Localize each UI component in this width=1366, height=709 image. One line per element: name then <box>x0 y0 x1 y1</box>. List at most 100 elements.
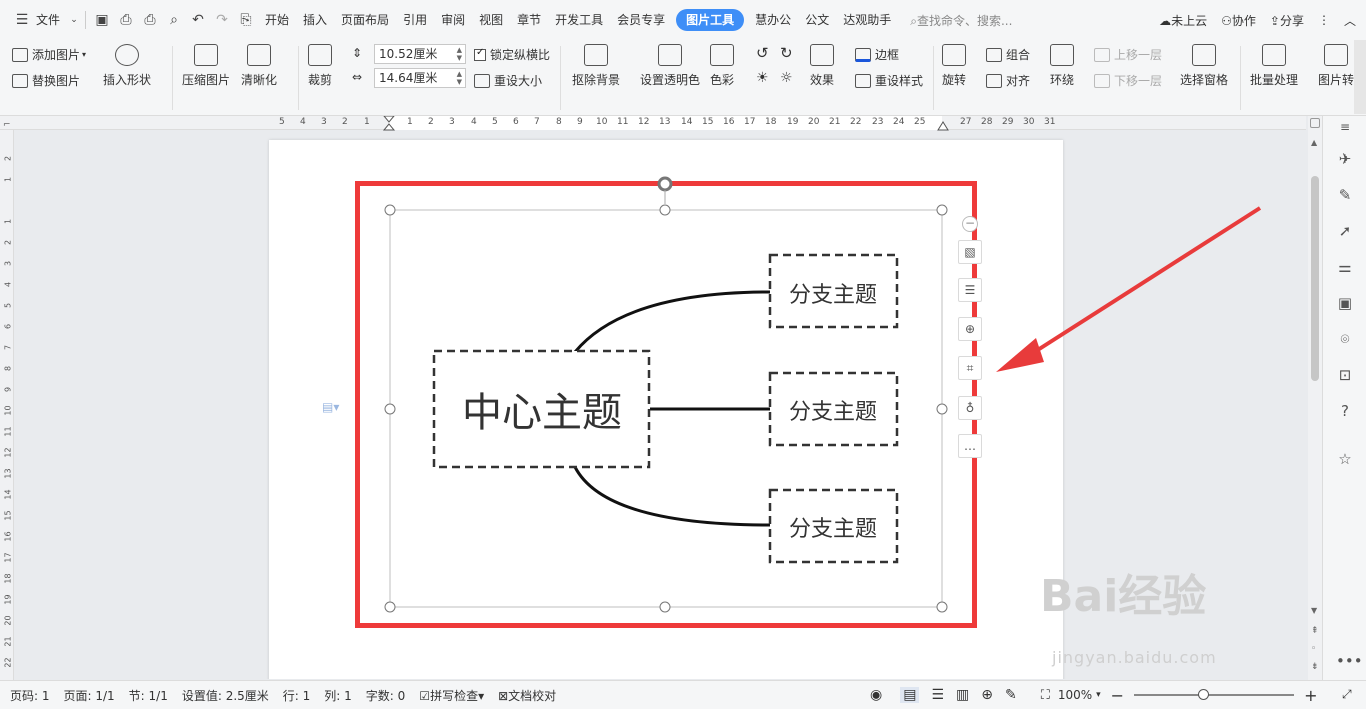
zoom-slider-thumb[interactable] <box>1198 689 1210 700</box>
more-panel-icon[interactable]: ••• <box>1336 652 1363 670</box>
rotate-handle[interactable] <box>657 176 673 192</box>
rotate-button[interactable]: 旋转 <box>942 44 966 88</box>
more-icon[interactable]: ⋮ <box>1318 13 1330 27</box>
bring-forward-button[interactable]: 上移一层 <box>1094 46 1162 63</box>
print-preview-icon[interactable]: ⌕ <box>163 9 185 31</box>
prev-page-icon[interactable]: ⇞ <box>1311 626 1319 636</box>
align-button[interactable]: 对齐 <box>986 72 1030 89</box>
zoom-slider[interactable] <box>1134 689 1295 701</box>
hamburger-icon[interactable]: ☰ <box>11 9 33 31</box>
tab-smart-office[interactable]: 慧办公 <box>748 0 798 40</box>
file-menu[interactable]: 文件 <box>34 0 67 40</box>
pen-icon[interactable]: ✎ <box>1336 186 1354 204</box>
tab-official[interactable]: 公文 <box>798 0 836 40</box>
crop-image-icon[interactable]: ⌗ <box>958 356 982 380</box>
lock-ratio-checkbox[interactable]: 锁定纵横比 <box>474 46 550 63</box>
resize-handle-br[interactable] <box>936 601 948 613</box>
scroll-thumb[interactable] <box>1311 176 1319 381</box>
zoom-out-icon[interactable]: − <box>1111 686 1124 705</box>
resize-handle-r[interactable] <box>936 403 948 415</box>
crop-button[interactable]: 裁剪 <box>308 44 332 88</box>
book-search-icon[interactable]: ⊡ <box>1336 366 1354 384</box>
outline-view-icon[interactable]: ☰ <box>931 687 944 703</box>
print-icon[interactable]: ⎙ <box>139 9 161 31</box>
chevron-down-icon[interactable]: ⌄ <box>68 9 80 31</box>
fit-page-icon[interactable]: ⛶ <box>1041 688 1050 703</box>
resize-handle-l[interactable] <box>384 403 396 415</box>
replace-image-button[interactable]: 替换图片 <box>12 72 80 89</box>
column-info[interactable]: 列: 1 <box>324 687 352 704</box>
fullscreen-icon[interactable]: ⤢ <box>1342 687 1352 702</box>
paragraph-marker-icon[interactable]: ▤▾ <box>322 400 339 414</box>
send-backward-button[interactable]: 下移一层 <box>1094 72 1162 89</box>
web-view-icon[interactable]: ⊕ <box>981 687 993 703</box>
remove-bg-button[interactable]: 抠除背景 <box>572 44 620 88</box>
image-idea-icon[interactable]: ♁ <box>958 396 982 420</box>
save-icon[interactable]: ▣ <box>91 9 113 31</box>
tab-review[interactable]: 审阅 <box>434 0 472 40</box>
next-page-icon[interactable]: ⇟ <box>1311 662 1319 672</box>
selection-pane-button[interactable]: 选择窗格 <box>1180 44 1228 88</box>
mindmap-image[interactable]: 中心主题 分支主题 分支主题 分支主题 <box>355 172 980 632</box>
wrap-button[interactable]: 环绕 <box>1050 44 1074 88</box>
cloud-button[interactable]: ☁未上云 <box>1159 12 1207 29</box>
zoom-in-icon[interactable]: + <box>1304 686 1317 705</box>
undo-icon[interactable]: ↶ <box>187 9 209 31</box>
width-input[interactable]: 10.52厘米 ▲ ▼ <box>374 44 466 64</box>
format-painter-icon[interactable]: ⎘ <box>235 9 257 31</box>
scroll-down-icon[interactable]: ▼ <box>1311 606 1317 615</box>
layout-options-icon[interactable]: ▧ <box>958 240 982 264</box>
scroll-up-icon[interactable]: ▲ <box>1311 138 1317 147</box>
border-button[interactable]: 边框 <box>855 46 899 63</box>
panel-menu-icon[interactable]: ≡ <box>1336 118 1354 136</box>
collab-button[interactable]: ⚇协作 <box>1221 12 1256 29</box>
image-panel-icon[interactable]: ▣ <box>1336 294 1354 312</box>
rotate-right-icon[interactable]: ↻ <box>780 44 793 62</box>
star-bookmark-icon[interactable]: ☆ <box>1336 450 1354 468</box>
search-box[interactable]: ⌕查找命令、搜索... <box>910 12 1012 29</box>
tab-chapter[interactable]: 章节 <box>510 0 548 40</box>
zoom-dropdown-icon[interactable]: ▾ <box>1096 690 1101 700</box>
spell-check-button[interactable]: ☑拼写检查▾ <box>419 687 484 704</box>
spinner-icon[interactable]: ▲ ▼ <box>457 46 462 62</box>
resize-handle-b[interactable] <box>659 601 671 613</box>
insert-shape-button[interactable]: 插入形状 <box>103 44 151 88</box>
proofread-button[interactable]: ⊠文档校对 <box>498 687 556 704</box>
reset-style-button[interactable]: 重设样式 <box>855 72 923 89</box>
rotate-left-icon[interactable]: ↺ <box>756 44 769 62</box>
word-count[interactable]: 字数: 0 <box>366 687 406 704</box>
image-convert-button[interactable]: 图片转 <box>1318 44 1354 88</box>
vertical-scrollbar[interactable]: ▲ ▼ ⇞ ◦ ⇟ <box>1308 116 1322 680</box>
write-view-icon[interactable]: ✎ <box>1005 687 1017 703</box>
tab-picture-tools[interactable]: 图片工具 <box>676 9 745 31</box>
collapse-ribbon-icon[interactable]: ︿ <box>1344 12 1356 29</box>
zoom-image-icon[interactable]: ⊕ <box>958 317 982 341</box>
group-button[interactable]: 组合 <box>986 46 1030 63</box>
color-button[interactable]: 色彩 <box>710 44 734 88</box>
page-count[interactable]: 页面: 1/1 <box>64 687 115 704</box>
ribbon-scroll[interactable] <box>1354 40 1366 114</box>
redo-icon[interactable]: ↷ <box>211 9 233 31</box>
page-number[interactable]: 页码: 1 <box>10 687 50 704</box>
sharpen-button[interactable]: 清晰化 <box>241 44 277 88</box>
resize-handle-t[interactable] <box>659 204 671 216</box>
export-pdf-icon[interactable]: ⎙ <box>115 9 137 31</box>
tab-start[interactable]: 开始 <box>258 0 296 40</box>
tab-layout[interactable]: 页面布局 <box>334 0 396 40</box>
sliders-icon[interactable]: ⚌ <box>1336 258 1354 276</box>
help-icon[interactable]: ? <box>1336 402 1354 420</box>
set-transparent-button[interactable]: 设置透明色 <box>640 44 700 88</box>
wrap-text-icon[interactable]: ☰ <box>958 278 982 302</box>
height-input[interactable]: 14.64厘米 ▲ ▼ <box>374 68 466 88</box>
collapse-float-icon[interactable]: − <box>962 216 978 232</box>
tab-view[interactable]: 视图 <box>472 0 510 40</box>
brightness-down-icon[interactable]: ☼ <box>780 70 793 86</box>
reset-size-button[interactable]: 重设大小 <box>474 72 542 89</box>
row-info[interactable]: 行: 1 <box>283 687 311 704</box>
share-button[interactable]: ⇪分享 <box>1270 12 1304 29</box>
location-icon[interactable]: ⌾ <box>1336 330 1354 348</box>
setting-value[interactable]: 设置值: 2.5厘米 <box>182 687 269 704</box>
tab-developer[interactable]: 开发工具 <box>548 0 610 40</box>
tab-member[interactable]: 会员专享 <box>610 0 672 40</box>
resize-handle-bl[interactable] <box>384 601 396 613</box>
